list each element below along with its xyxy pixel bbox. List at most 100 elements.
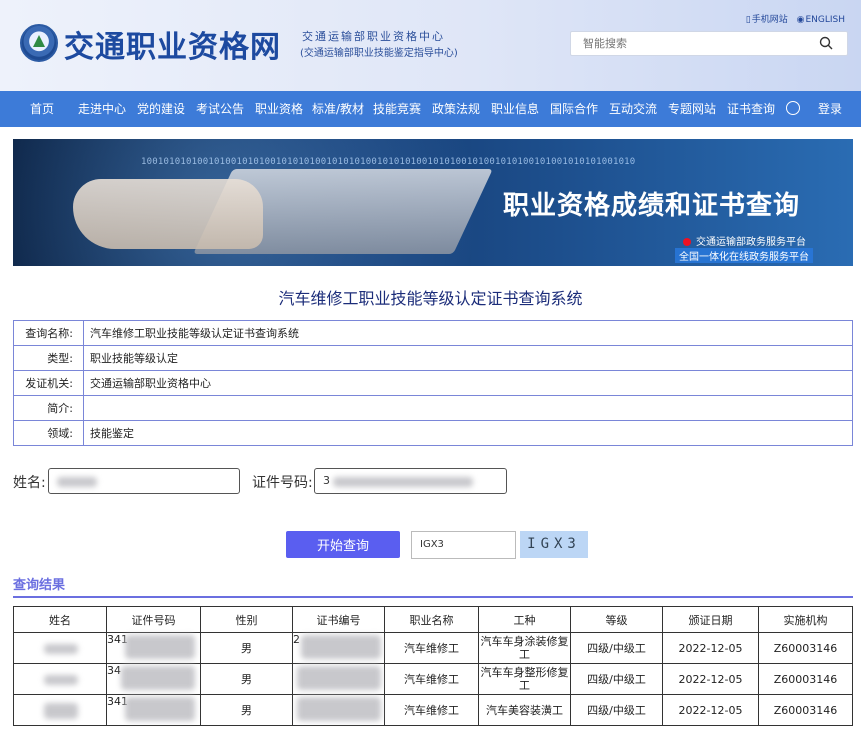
info-value: 交通运输部职业资格中心 bbox=[83, 370, 853, 396]
cell-name bbox=[13, 632, 107, 664]
col-level: 等级 bbox=[570, 606, 663, 633]
cell-work-type: 汽车美容装潢工 bbox=[478, 694, 571, 726]
user-icon[interactable] bbox=[786, 101, 800, 115]
redacted-cert bbox=[297, 697, 381, 721]
cell-name bbox=[13, 694, 107, 726]
cell-level: 四级/中级工 bbox=[570, 663, 663, 695]
redacted-name bbox=[57, 477, 97, 487]
name-input[interactable] bbox=[48, 468, 240, 494]
query-banner: 1001010101001010010101001010101001010101… bbox=[13, 139, 853, 266]
redacted-id bbox=[125, 635, 195, 659]
nav-policy[interactable]: 政策法规 bbox=[432, 91, 480, 127]
captcha-image[interactable]: IGX3 bbox=[520, 531, 588, 558]
banner-platform-2: 全国一体化在线政务服务平台 bbox=[675, 248, 813, 263]
nav-login[interactable]: 登录 bbox=[818, 91, 842, 127]
cell-gender: 男 bbox=[200, 663, 293, 695]
id-number-prefix: 34 bbox=[107, 664, 121, 677]
table-row: 341 男 汽车维修工 汽车美容装潢工 四级/中级工 2022-12-05 Z6… bbox=[13, 694, 853, 726]
info-value: 汽车维修工职业技能等级认定证书查询系统 bbox=[83, 320, 853, 346]
site-title[interactable]: 交通职业资格网 bbox=[64, 22, 281, 66]
cell-occupation: 汽车维修工 bbox=[384, 632, 479, 664]
redacted-id bbox=[121, 666, 195, 690]
site-logo-icon[interactable] bbox=[20, 24, 58, 62]
info-key: 发证机关: bbox=[13, 370, 84, 396]
cell-org: Z60003146 bbox=[758, 632, 853, 664]
system-info-table: 查询名称: 汽车维修工职业技能等级认定证书查询系统 类型: 职业技能等级认定 发证机… bbox=[13, 320, 853, 446]
info-key: 领域: bbox=[13, 420, 84, 446]
nav-interaction[interactable]: 互动交流 bbox=[609, 91, 657, 127]
id-label: 证件号码: bbox=[252, 475, 313, 491]
table-row: 341 男 2 汽车维修工 汽车车身涂装修复工 四级/中级工 2022-12-0… bbox=[13, 632, 853, 664]
redacted-cert bbox=[297, 666, 381, 690]
col-gender: 性别 bbox=[200, 606, 293, 633]
globe-icon: ◉ bbox=[796, 15, 805, 25]
cell-id-number: 34 bbox=[106, 663, 201, 695]
nav-home[interactable]: 首页 bbox=[30, 91, 54, 127]
cert-number-prefix: 2 bbox=[293, 633, 300, 646]
result-divider bbox=[13, 596, 853, 598]
search-icon[interactable] bbox=[819, 36, 833, 50]
cell-level: 四级/中级工 bbox=[570, 632, 663, 664]
col-work-type: 工种 bbox=[478, 606, 571, 633]
cell-cert-number: 2 bbox=[292, 632, 385, 664]
info-value bbox=[83, 395, 853, 421]
cell-org: Z60003146 bbox=[758, 694, 853, 726]
nav-exam-notice[interactable]: 考试公告 bbox=[196, 91, 244, 127]
nav-competition[interactable]: 技能竞赛 bbox=[373, 91, 421, 127]
cell-id-number: 341 bbox=[106, 632, 201, 664]
col-id-number: 证件号码 bbox=[106, 606, 201, 633]
main-nav: 首页 走进中心 党的建设 考试公告 职业资格 标准/教材 技能竞赛 政策法规 职… bbox=[0, 91, 861, 127]
nav-topics[interactable]: 专题网站 bbox=[668, 91, 716, 127]
info-key: 查询名称: bbox=[13, 320, 84, 346]
info-row: 简介: bbox=[13, 395, 853, 421]
redacted-name bbox=[44, 703, 78, 719]
name-label: 姓名: bbox=[13, 475, 46, 491]
mobile-icon: ▯ bbox=[745, 15, 751, 25]
cell-work-type: 汽车车身整形修复工 bbox=[478, 663, 571, 695]
cell-cert-number bbox=[292, 663, 385, 695]
results-table: 姓名 证件号码 性别 证书编号 职业名称 工种 等级 颁证日期 实施机构 341… bbox=[13, 606, 853, 726]
nav-occupation-info[interactable]: 职业信息 bbox=[491, 91, 539, 127]
info-key: 类型: bbox=[13, 345, 84, 371]
mobile-link[interactable]: 手机网站 bbox=[752, 15, 788, 25]
cell-org: Z60003146 bbox=[758, 663, 853, 695]
col-issue-date: 颁证日期 bbox=[662, 606, 759, 633]
id-number-input[interactable]: 3 bbox=[314, 468, 507, 494]
nav-qualification[interactable]: 职业资格 bbox=[255, 91, 303, 127]
info-row: 查询名称: 汽车维修工职业技能等级认定证书查询系统 bbox=[13, 320, 853, 346]
col-org: 实施机构 bbox=[758, 606, 853, 633]
table-header-row: 姓名 证件号码 性别 证书编号 职业名称 工种 等级 颁证日期 实施机构 bbox=[13, 606, 853, 633]
info-row: 领域: 技能鉴定 bbox=[13, 420, 853, 446]
table-row: 34 男 汽车维修工 汽车车身整形修复工 四级/中级工 2022-12-05 Z… bbox=[13, 663, 853, 695]
nav-certificate-query[interactable]: 证书查询 bbox=[727, 91, 775, 127]
banner-binary-text: 1001010101001010010101001010101001010101… bbox=[141, 157, 636, 167]
center-subname: (交通运输部职业技能鉴定指导中心) bbox=[300, 48, 458, 59]
cell-issue-date: 2022-12-05 bbox=[662, 663, 759, 695]
id-number-prefix: 3 bbox=[323, 474, 330, 487]
english-link[interactable]: ENGLISH bbox=[805, 15, 845, 25]
redacted-name bbox=[44, 644, 78, 654]
hand-image bbox=[73, 179, 263, 249]
start-query-button[interactable]: 开始查询 bbox=[286, 531, 400, 558]
search-box bbox=[570, 31, 848, 56]
col-name: 姓名 bbox=[13, 606, 107, 633]
cell-work-type: 汽车车身涂装修复工 bbox=[478, 632, 571, 664]
nav-international[interactable]: 国际合作 bbox=[550, 91, 598, 127]
search-input[interactable] bbox=[571, 32, 811, 55]
info-key: 简介: bbox=[13, 395, 84, 421]
cell-gender: 男 bbox=[200, 632, 293, 664]
redacted-name bbox=[44, 675, 78, 685]
cell-gender: 男 bbox=[200, 694, 293, 726]
nav-standards[interactable]: 标准/教材 bbox=[312, 91, 364, 127]
cell-occupation: 汽车维修工 bbox=[384, 694, 479, 726]
center-name: 交通运输部职业资格中心 bbox=[302, 30, 445, 43]
captcha-input[interactable]: IGX3 bbox=[411, 531, 516, 559]
system-title: 汽车维修工职业技能等级认定证书查询系统 bbox=[278, 289, 583, 308]
result-title: 查询结果 bbox=[13, 578, 66, 593]
info-row: 发证机关: 交通运输部职业资格中心 bbox=[13, 370, 853, 396]
nav-about[interactable]: 走进中心 bbox=[78, 91, 126, 127]
nav-party[interactable]: 党的建设 bbox=[137, 91, 185, 127]
cell-issue-date: 2022-12-05 bbox=[662, 632, 759, 664]
cell-issue-date: 2022-12-05 bbox=[662, 694, 759, 726]
cell-occupation: 汽车维修工 bbox=[384, 663, 479, 695]
